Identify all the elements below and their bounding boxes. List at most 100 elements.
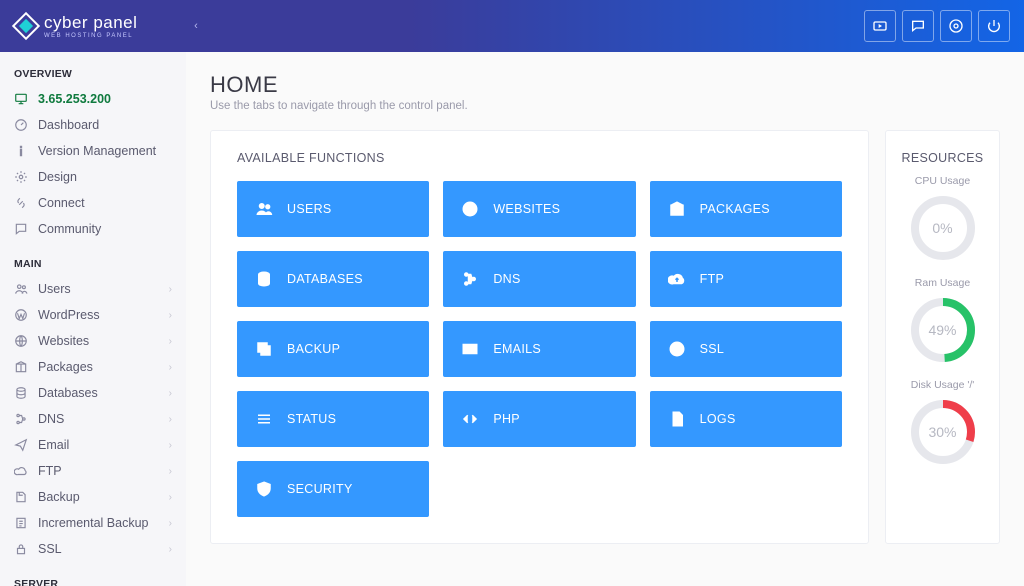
tile-label: STATUS [287,412,336,426]
sidebar-item-websites[interactable]: Websites › [0,328,186,354]
functions-title: AVAILABLE FUNCTIONS [237,151,842,165]
lock-icon [14,542,28,556]
sidebar-item-label: WordPress [38,308,159,322]
tile-label: DNS [493,272,520,286]
sidebar-item-users[interactable]: Users› [0,276,186,302]
tile-logs[interactable]: LOGS [650,391,842,447]
sidebar-item-label: DNS [38,412,159,426]
packages-icon [668,200,686,218]
file-icon [668,410,686,428]
chevron-right-icon: › [169,440,172,451]
chat-button[interactable] [902,10,934,42]
sidebar-item-dashboard[interactable]: Dashboard [0,112,186,138]
sidebar-item-ftp[interactable]: FTP› [0,458,186,484]
chevron-right-icon: › [169,518,172,529]
tile-label: SECURITY [287,482,353,496]
tile-emails[interactable]: EMAILS [443,321,635,377]
sidebar-item-backup[interactable]: Backup› [0,484,186,510]
sidebar-item-email[interactable]: Email› [0,432,186,458]
sidebar-collapse-toggle[interactable]: ‹ [186,20,206,32]
gauge-ram-usage: Ram Usage 49% [908,277,978,365]
gauge-disk-usage-: Disk Usage '/'30% [908,379,978,467]
gauge-ring: 49% [908,295,978,365]
sidebar-item-label: Websites [38,334,159,348]
sidebar-item-dns[interactable]: DNS › [0,406,186,432]
cloud-up-icon [668,270,686,288]
wordpress-icon [14,308,28,322]
gauge-label: Ram Usage [915,277,970,289]
tile-databases[interactable]: DATABASES [237,251,429,307]
gauge-ring: 30% [908,397,978,467]
gauge-icon [14,118,28,132]
tile-backup[interactable]: BACKUP [237,321,429,377]
sidebar-section-header: OVERVIEW [0,52,186,86]
sidebar-item-label: Community [38,222,172,236]
brand-tagline: WEB HOSTING PANEL [44,33,137,39]
functions-grid: USERS WEBSITES PACKAGES DATABASES DNS FTP BACK… [237,181,842,517]
tile-label: DATABASES [287,272,363,286]
chevron-right-icon: › [169,388,172,399]
chevron-right-icon: › [169,310,172,321]
chevron-right-icon: › [169,336,172,347]
tile-security[interactable]: SECURITY [237,461,429,517]
users-icon [255,200,273,218]
video-tutorials-button[interactable] [864,10,896,42]
resources-title: RESOURCES [902,151,984,165]
tile-dns[interactable]: DNS [443,251,635,307]
sidebar-item-label: Packages [38,360,159,374]
dns-icon [14,412,28,426]
tile-packages[interactable]: PACKAGES [650,181,842,237]
sidebar-item-label: Dashboard [38,118,172,132]
sidebar-item-label: Users [38,282,159,296]
chevron-right-icon: › [169,414,172,425]
sidebar-item-wordpress[interactable]: WordPress › [0,302,186,328]
dns-icon [461,270,479,288]
sidebar-item-3-65-253-200[interactable]: 3.65.253.200 [0,86,186,112]
chevron-right-icon: › [169,492,172,503]
sidebar-item-packages[interactable]: Packages › [0,354,186,380]
power-button[interactable] [978,10,1010,42]
sidebar-item-label: Connect [38,196,172,210]
chevron-right-icon: › [169,466,172,477]
chevron-right-icon: › [169,544,172,555]
tile-status[interactable]: STATUS [237,391,429,447]
sidebar-item-design[interactable]: Design [0,164,186,190]
users-icon [14,282,28,296]
help-button[interactable] [940,10,972,42]
gauge-cpu-usage: CPU Usage0% [908,175,978,263]
sidebar-item-databases[interactable]: Databases › [0,380,186,406]
chevron-right-icon: › [169,362,172,373]
gauge-value: 49% [908,295,978,365]
tile-users[interactable]: USERS [237,181,429,237]
bars-icon [255,410,273,428]
sidebar-item-label: Databases [38,386,159,400]
tile-label: EMAILS [493,342,541,356]
database-icon [14,386,28,400]
info-icon [14,144,28,158]
tile-label: WEBSITES [493,202,560,216]
page-title: HOME [210,72,1000,98]
tile-php[interactable]: PHP [443,391,635,447]
tile-ftp[interactable]: FTP [650,251,842,307]
comment-icon [14,222,28,236]
brand[interactable]: cyber panel WEB HOSTING PANEL [0,0,186,52]
send-icon [14,438,28,452]
sidebar-section-header: SERVER [0,562,186,586]
sidebar-item-version-management[interactable]: Version Management [0,138,186,164]
power-icon [986,18,1002,34]
tile-ssl[interactable]: SSL [650,321,842,377]
sidebar-item-ssl[interactable]: SSL › [0,536,186,562]
tile-label: FTP [700,272,725,286]
sidebar-item-connect[interactable]: Connect [0,190,186,216]
packages-icon [14,360,28,374]
main-content: HOME Use the tabs to navigate through th… [186,52,1024,586]
chat-icon [910,18,926,34]
globe-icon [461,200,479,218]
sidebar-item-community[interactable]: Community [0,216,186,242]
sidebar-item-label: SSL [38,542,159,556]
tile-websites[interactable]: WEBSITES [443,181,635,237]
sidebar-item-incremental-backup[interactable]: Incremental Backup › [0,510,186,536]
page-subtitle: Use the tabs to navigate through the con… [210,100,1000,112]
sidebar-item-label: Incremental Backup [38,516,159,530]
sidebar-item-label: Version Management [38,144,172,158]
